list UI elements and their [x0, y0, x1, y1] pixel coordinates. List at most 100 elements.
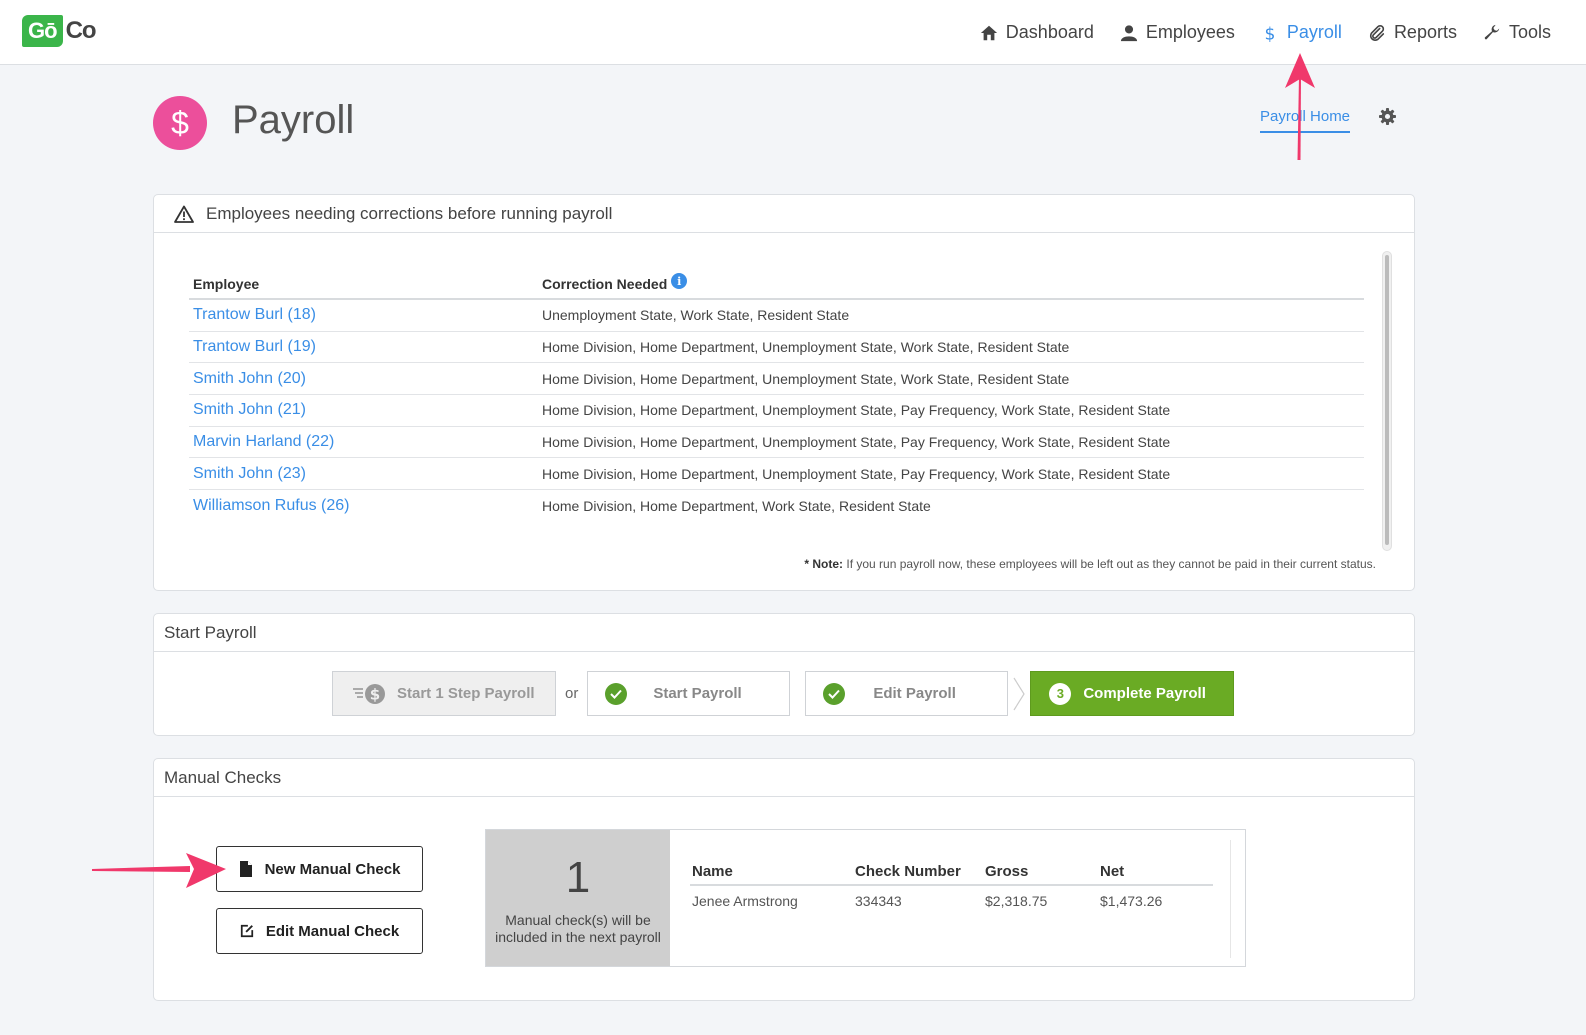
- employee-link[interactable]: Smith John (21): [189, 401, 542, 419]
- col-net: Net: [1100, 862, 1125, 880]
- employee-link[interactable]: Smith John (20): [189, 370, 542, 388]
- chevron-right-icon: [1008, 671, 1030, 716]
- goco-logo[interactable]: Gō Co: [22, 14, 97, 48]
- corrections-table-header: Employee Correction Needed i: [189, 270, 1364, 300]
- nav-reports[interactable]: Reports: [1368, 22, 1457, 43]
- new-manual-check-label: New Manual Check: [264, 860, 401, 878]
- corrections-rows: Trantow Burl (18) Unemployment State, Wor…: [189, 300, 1364, 522]
- col-correction-label: Correction Needed: [542, 276, 668, 292]
- nav-dashboard-label: Dashboard: [1005, 22, 1094, 42]
- info-icon[interactable]: i: [671, 273, 688, 289]
- wrench-icon: [1484, 24, 1500, 39]
- dollar-glyph: $: [171, 104, 189, 141]
- start-payroll-label: Start Payroll: [653, 685, 742, 702]
- main-nav: Dashboard Employees $ Payroll Reports To…: [980, 0, 1551, 65]
- table-row: Williamson Rufus (26) Home Division, Home…: [189, 490, 1364, 522]
- nav-tools-label: Tools: [1508, 22, 1551, 42]
- start-one-step-payroll-button[interactable]: $ Start 1 Step Payroll: [332, 671, 556, 716]
- page-title: Payroll: [232, 98, 355, 142]
- new-manual-check-button[interactable]: New Manual Check: [216, 846, 423, 892]
- logo-go: Gō: [22, 15, 63, 47]
- user-icon: [1120, 24, 1137, 41]
- svg-text:$: $: [370, 685, 380, 703]
- employee-link[interactable]: Trantow Burl (18): [189, 306, 542, 324]
- employee-link[interactable]: Marvin Harland (22): [189, 433, 542, 451]
- payroll-home-link[interactable]: Payroll Home: [1260, 108, 1351, 133]
- col-name: Name: [692, 862, 733, 880]
- logo-co: Co: [65, 17, 97, 44]
- table-row: Smith John (21) Home Division, Home Depar…: [189, 395, 1364, 427]
- start-payroll-button[interactable]: Start Payroll: [587, 671, 791, 716]
- correction-needed: Home Division, Home Department, Unemploy…: [542, 339, 1070, 356]
- table-row: Trantow Burl (18) Unemployment State, Wor…: [189, 300, 1364, 332]
- edit-payroll-button[interactable]: Edit Payroll: [805, 671, 1009, 716]
- edit-payroll-label: Edit Payroll: [873, 685, 956, 702]
- start-payroll-header: Start Payroll: [154, 614, 1414, 652]
- paperclip-icon: [1369, 24, 1385, 41]
- manual-checks-summary: 1 Manual check(s) will be included in th…: [485, 829, 1246, 967]
- manual-checks-panel: Manual Checks New Manual Check Edit Manu…: [153, 758, 1415, 1001]
- or-separator: or: [565, 685, 579, 702]
- col-gross: Gross: [985, 862, 1029, 880]
- warning-icon: [174, 205, 194, 223]
- step-three-badge: 3: [1049, 682, 1072, 705]
- payroll-steps: $ Start 1 Step Payroll or Start Payroll …: [332, 671, 1235, 716]
- employee-link[interactable]: Trantow Burl (19): [189, 338, 542, 356]
- note-label: * Note:: [804, 557, 844, 571]
- correction-needed: Home Division, Home Department, Unemploy…: [542, 434, 1171, 451]
- corrections-scrollbar[interactable]: [1382, 251, 1392, 551]
- scrollbar-thumb[interactable]: [1385, 255, 1389, 545]
- gear-icon[interactable]: [1379, 108, 1396, 125]
- correction-needed: Home Division, Home Department, Work Sta…: [542, 497, 931, 514]
- edit-manual-check-button[interactable]: Edit Manual Check: [216, 908, 423, 954]
- nav-employees-label: Employees: [1145, 22, 1235, 42]
- svg-text:$: $: [1264, 24, 1275, 42]
- annotation-arrow-up: [1285, 53, 1315, 160]
- check-name: Jenee Armstrong: [692, 893, 798, 909]
- table-row: Marvin Harland (22) Home Division, Home D…: [189, 427, 1364, 459]
- col-correction: Correction Needed i: [542, 273, 688, 292]
- check-gross: $2,318.75: [985, 893, 1048, 909]
- correction-needed: Home Division, Home Department, Unemploy…: [542, 402, 1171, 419]
- document-icon: [239, 861, 252, 877]
- manual-checks-table: Name Check Number Gross Net Jenee Armstr…: [690, 858, 1213, 916]
- nav-dashboard[interactable]: Dashboard: [980, 22, 1094, 43]
- start-one-step-label: Start 1 Step Payroll: [397, 685, 535, 702]
- manual-checks-header: Manual Checks: [154, 759, 1414, 797]
- nav-reports-label: Reports: [1393, 22, 1457, 42]
- manual-check-count: 1: [565, 853, 591, 902]
- home-icon: [980, 25, 997, 40]
- divider: [1230, 840, 1231, 958]
- col-employee: Employee: [193, 276, 260, 292]
- nav-tools[interactable]: Tools: [1483, 22, 1551, 43]
- manual-check-count-box: 1 Manual check(s) will be included in th…: [486, 830, 670, 966]
- fast-payroll-icon: $: [353, 683, 385, 704]
- nav-payroll[interactable]: $ Payroll: [1261, 22, 1341, 43]
- nav-employees[interactable]: Employees: [1120, 22, 1235, 43]
- col-check-number: Check Number: [855, 862, 961, 880]
- corrections-title: Employees needing corrections before run…: [206, 203, 613, 223]
- edit-manual-check-label: Edit Manual Check: [265, 922, 400, 940]
- correction-needed: Home Division, Home Department, Unemploy…: [542, 465, 1171, 482]
- start-payroll-title: Start Payroll: [164, 622, 257, 642]
- check-net: $1,473.26: [1100, 893, 1163, 909]
- corrections-header: Employees needing corrections before run…: [154, 195, 1414, 233]
- employee-link[interactable]: Williamson Rufus (26): [189, 497, 542, 515]
- corrections-table: Employee Correction Needed i Trantow Bur…: [189, 270, 1364, 522]
- employee-link[interactable]: Smith John (23): [189, 465, 542, 483]
- complete-payroll-button[interactable]: 3 Complete Payroll: [1030, 671, 1235, 716]
- complete-payroll-label: Complete Payroll: [1083, 685, 1206, 702]
- corrections-panel: Employees needing corrections before run…: [153, 194, 1415, 591]
- correction-needed: Home Division, Home Department, Unemploy…: [542, 370, 1070, 387]
- dollar-icon: $: [1264, 24, 1275, 42]
- table-row: Smith John (20) Home Division, Home Depar…: [189, 363, 1364, 396]
- top-bar: Gō Co Dashboard Employees $ Payroll Repo…: [0, 0, 1586, 65]
- manual-checks-table-header: Name Check Number Gross Net: [690, 858, 1213, 886]
- check-icon: [823, 682, 846, 705]
- note-text: If you run payroll now, these employees …: [843, 557, 1376, 571]
- corrections-note: * Note: If you run payroll now, these em…: [804, 557, 1376, 571]
- edit-icon: [240, 924, 253, 938]
- table-row[interactable]: Jenee Armstrong 334343 $2,318.75 $1,473.…: [690, 886, 1213, 916]
- table-row: Smith John (23) Home Division, Home Depar…: [189, 458, 1364, 491]
- manual-checks-title: Manual Checks: [164, 767, 282, 787]
